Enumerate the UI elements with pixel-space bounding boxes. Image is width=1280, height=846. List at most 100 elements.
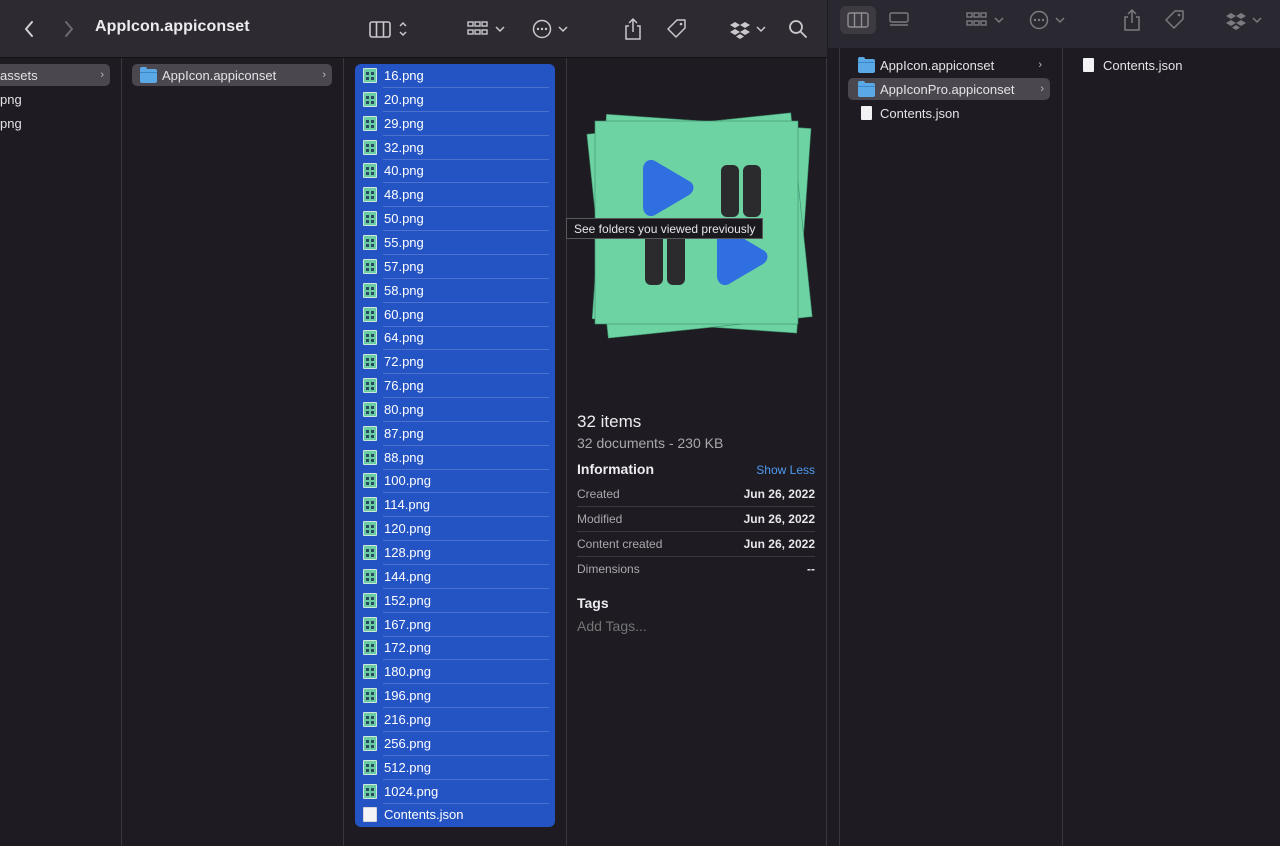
file-row[interactable]: 32.png (355, 136, 555, 160)
file-row[interactable]: 72.png (355, 350, 555, 375)
chevron-right-icon: › (100, 69, 104, 81)
browser-column-1[interactable]: assets › png png (0, 58, 122, 846)
add-tags-input[interactable] (577, 618, 807, 634)
file-row[interactable]: 216.png (355, 708, 555, 732)
forward-button[interactable] (58, 14, 80, 44)
group-button[interactable] (962, 6, 1008, 34)
file-row[interactable]: 167.png (355, 613, 555, 637)
file-row[interactable]: 20.png (355, 88, 555, 112)
file-name: 167.png (384, 616, 431, 632)
file-row[interactable]: 100.png (355, 469, 555, 494)
back-button[interactable] (18, 14, 40, 44)
dropbox-button[interactable] (1224, 6, 1266, 34)
file-name: 172.png (384, 640, 431, 656)
list-item[interactable]: png (0, 112, 120, 134)
share-button[interactable] (620, 14, 646, 44)
file-row[interactable]: 87.png (355, 422, 555, 446)
tooltip: See folders you viewed previously (566, 218, 764, 239)
file-row[interactable]: 55.png (355, 231, 555, 255)
file-name: 16.png (384, 68, 424, 83)
toolbar: AppIcon.appiconset (0, 0, 827, 58)
info-row-dimensions: Dimensions -- (577, 557, 815, 582)
file-list[interactable]: 16.png 20.png 29.png 32.png 40.png 48.png 50.p… (355, 64, 555, 827)
view-mode-button[interactable] (366, 14, 412, 44)
list-item[interactable]: png (0, 88, 120, 110)
file-row[interactable]: Contents.json (355, 803, 555, 827)
file-item[interactable]: Contents.json (848, 102, 1048, 124)
file-row[interactable]: 256.png (355, 732, 555, 756)
image-file-icon (363, 592, 377, 608)
info-value: Jun 26, 2022 (743, 487, 815, 501)
file-row[interactable]: 114.png (355, 493, 555, 518)
file-row[interactable]: 128.png (355, 541, 555, 565)
group-button[interactable] (465, 14, 507, 44)
file-row[interactable]: 172.png (355, 636, 555, 661)
document-icon (861, 106, 872, 120)
item-label: png (0, 115, 22, 131)
file-item[interactable]: Contents.json (1071, 54, 1271, 76)
file-row[interactable]: 29.png (355, 112, 555, 136)
file-row[interactable]: 40.png (355, 159, 555, 184)
file-row[interactable]: 76.png (355, 374, 555, 399)
file-row[interactable]: 512.png (355, 756, 555, 780)
action-menu-button[interactable] (530, 14, 572, 44)
dropbox-button[interactable] (728, 14, 770, 44)
list-item[interactable]: assets › (0, 64, 110, 86)
browser-column-2[interactable]: Contents.json (1063, 48, 1280, 846)
file-name: 50.png (384, 211, 424, 227)
action-menu-button[interactable] (1027, 6, 1069, 34)
column-view-button[interactable] (840, 6, 876, 34)
information-heading: Information (577, 461, 654, 477)
file-name: 60.png (384, 306, 424, 322)
file-row[interactable]: 16.png (355, 64, 555, 88)
file-row[interactable]: 80.png (355, 398, 555, 422)
image-file-icon (363, 91, 377, 107)
folder-icon (858, 57, 875, 73)
file-row[interactable]: 48.png (355, 183, 555, 208)
image-file-icon (363, 616, 377, 632)
file-name: 58.png (384, 282, 424, 298)
image-file-icon (363, 234, 377, 250)
tag-button[interactable] (664, 14, 690, 44)
image-file-icon (363, 401, 377, 417)
file-row[interactable]: 58.png (355, 279, 555, 303)
file-name: 144.png (384, 568, 431, 584)
file-row[interactable]: 120.png (355, 517, 555, 542)
browser-column-3[interactable]: 16.png 20.png 29.png 32.png 40.png 48.png 50.p… (344, 58, 567, 846)
file-name: 55.png (384, 234, 424, 250)
grid-group-icon (467, 21, 505, 35)
item-label: AppIcon.appiconset (880, 57, 995, 73)
info-value: Jun 26, 2022 (743, 537, 815, 551)
file-row[interactable]: 57.png (355, 255, 555, 279)
image-file-icon (363, 163, 377, 179)
file-row[interactable]: 64.png (355, 326, 555, 351)
file-name: 180.png (384, 664, 431, 680)
image-file-icon (363, 473, 377, 489)
chevron-left-icon (25, 21, 33, 37)
file-row[interactable]: 88.png (355, 446, 555, 470)
folder-item[interactable]: AppIcon.appiconset › (848, 54, 1048, 76)
image-file-icon (363, 115, 377, 131)
search-button[interactable] (786, 14, 810, 44)
file-row[interactable]: 180.png (355, 660, 555, 685)
file-row[interactable]: 60.png (355, 303, 555, 327)
file-name: 72.png (384, 354, 424, 370)
show-less-link[interactable]: Show Less (756, 463, 815, 477)
file-row[interactable]: 196.png (355, 684, 555, 709)
folder-icon (140, 67, 157, 83)
browser-column-1[interactable]: AppIcon.appiconset › AppIconPro.appicons… (840, 48, 1063, 846)
file-row[interactable]: 1024.png (355, 780, 555, 804)
image-file-icon (363, 211, 377, 227)
folder-item-selected[interactable]: AppIconPro.appiconset › (848, 78, 1050, 100)
item-label: AppIcon.appiconset (162, 67, 277, 83)
gallery-view-button[interactable] (884, 6, 914, 34)
file-row[interactable]: 50.png (355, 207, 555, 232)
browser-column-2[interactable]: AppIcon.appiconset › (122, 58, 344, 846)
tag-button[interactable] (1162, 6, 1188, 34)
folder-item[interactable]: AppIcon.appiconset › (132, 64, 332, 86)
chevron-right-icon: › (1038, 59, 1042, 71)
file-row[interactable]: 152.png (355, 589, 555, 613)
share-button[interactable] (1119, 6, 1145, 34)
file-row[interactable]: 144.png (355, 565, 555, 589)
window-title: AppIcon.appiconset (95, 18, 250, 35)
